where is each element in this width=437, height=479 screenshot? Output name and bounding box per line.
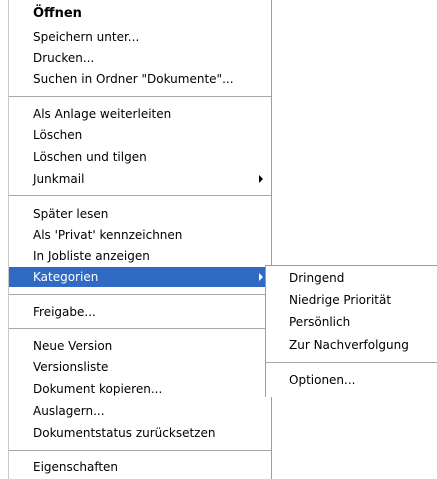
menu-item-copy-document[interactable]: Dokument kopieren...	[33, 379, 271, 399]
menu-item-properties[interactable]: Eigenschaften	[33, 457, 271, 477]
menu-item-categories-label: Kategorien	[33, 270, 99, 284]
submenu-item-low-priority[interactable]: Niedrige Priorität	[289, 290, 437, 310]
menu-item-mark-private[interactable]: Als 'Privat' kennzeichnen	[33, 225, 271, 245]
menu-item-search-in-folder[interactable]: Suchen in Ordner "Dokumente"...	[33, 69, 271, 89]
menu-item-save-as[interactable]: Speichern unter...	[33, 27, 271, 47]
menu-separator	[9, 328, 271, 330]
menu-item-delete-and-purge[interactable]: Löschen und tilgen	[33, 147, 271, 167]
submenu-item-options[interactable]: Optionen...	[289, 370, 437, 390]
submenu-item-urgent[interactable]: Dringend	[289, 268, 437, 288]
submenu-item-personal[interactable]: Persönlich	[289, 312, 437, 332]
menu-item-categories[interactable]: Kategorien	[9, 267, 271, 287]
categories-submenu: Dringend Niedrige Priorität Persönlich Z…	[265, 265, 437, 397]
submenu-item-follow-up[interactable]: Zur Nachverfolgung	[289, 335, 437, 355]
menu-item-forward-as-attachment[interactable]: Als Anlage weiterleiten	[33, 104, 271, 124]
menu-item-print[interactable]: Drucken...	[33, 48, 271, 68]
menu-item-version-list[interactable]: Versionsliste	[33, 357, 271, 377]
menu-item-junk-mail-label: Junkmail	[33, 172, 85, 186]
menu-separator	[9, 96, 271, 98]
menu-item-reset-status[interactable]: Dokumentstatus zurücksetzen	[33, 423, 271, 443]
menu-item-junk-mail[interactable]: Junkmail	[33, 169, 271, 189]
menu-item-delete[interactable]: Löschen	[33, 125, 271, 145]
menu-separator	[9, 450, 271, 452]
submenu-arrow-icon	[259, 175, 263, 183]
menu-item-new-version[interactable]: Neue Version	[33, 336, 271, 356]
menu-item-read-later[interactable]: Später lesen	[33, 204, 271, 224]
menu-item-show-in-joblist[interactable]: In Jobliste anzeigen	[33, 246, 271, 266]
menu-separator	[266, 362, 437, 364]
menu-separator	[9, 294, 271, 296]
menu-item-archive[interactable]: Auslagern...	[33, 401, 271, 421]
context-menu: Öffnen Speichern unter... Drucken... Suc…	[8, 0, 272, 479]
submenu-arrow-icon	[259, 273, 263, 281]
menu-separator	[9, 195, 271, 197]
menu-item-share[interactable]: Freigabe...	[33, 302, 271, 322]
menu-item-open[interactable]: Öffnen	[33, 4, 271, 24]
